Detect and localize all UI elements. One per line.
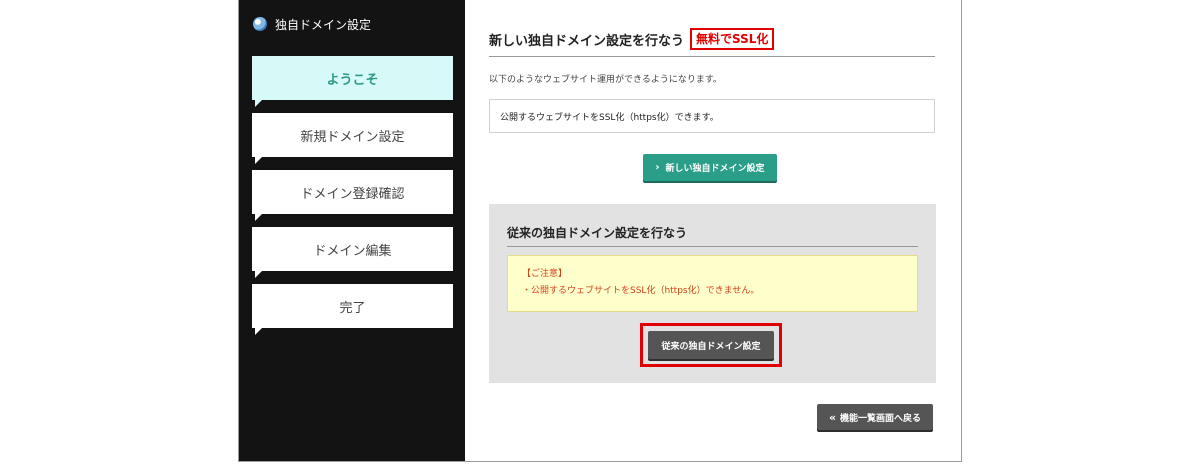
step-domain-confirm[interactable]: ドメイン登録確認 [252,170,453,221]
step-welcome[interactable]: ようこそ [252,56,453,107]
page-title: 新しい独自ドメイン設定を行なう [489,33,685,49]
back-button-label: 機能一覧画面へ戻る [840,413,922,424]
domain-settings-window: 独自ドメイン設定 ようこそ 新規ドメイン設定 ドメイン登録確認 ドメイン編集 完… [238,0,962,462]
section-heading: 新しい独自ドメイン設定を行なう 無料でSSL化 [489,28,935,57]
step-new-domain[interactable]: 新規ドメイン設定 [252,113,453,164]
back-to-menu-button[interactable]: « 機能一覧画面へ戻る [817,404,933,430]
new-domain-button[interactable]: › 新しい独自ドメイン設定 [643,154,777,181]
legacy-button-highlight: 従来の独自ドメイン設定 [640,323,782,367]
sidebar-header: 独自ドメイン設定 [253,14,371,34]
new-domain-button-label: 新しい独自ドメイン設定 [665,164,765,174]
ssl-badge: 無料でSSL化 [690,28,775,50]
globe-icon [253,17,267,31]
intro-text: 以下のようなウェブサイト運用ができるようになります。 [489,75,722,85]
main-panel: 新しい独自ドメイン設定を行なう 無料でSSL化 以下のようなウェブサイト運用がで… [465,0,961,461]
step-domain-edit[interactable]: ドメイン編集 [252,227,453,278]
sidebar-title: 独自ドメイン設定 [275,17,372,32]
feature-box: 公開するウェブサイトをSSL化（https化）できます。 [489,99,935,133]
step-complete[interactable]: 完了 [252,284,453,335]
feature-text: 公開するウェブサイトをSSL化（https化）できます。 [500,112,719,123]
chevron-right-icon: › [655,162,660,173]
notice-title: 【ご注意】 [522,269,568,279]
sidebar: 独自ドメイン設定 ようこそ 新規ドメイン設定 ドメイン登録確認 ドメイン編集 完… [239,0,465,461]
legacy-title: 従来の独自ドメイン設定を行なう [507,224,918,247]
notice-box: 【ご注意】 ・公開するウェブサイトをSSL化（https化）できません。 [507,255,918,312]
legacy-domain-button[interactable]: 従来の独自ドメイン設定 [648,331,774,359]
double-chevron-left-icon: « [828,410,837,424]
notice-body: ・公開するウェブサイトをSSL化（https化）できません。 [522,286,760,296]
legacy-section: 従来の独自ドメイン設定を行なう 【ご注意】 ・公開するウェブサイトをSSL化（h… [489,204,936,383]
